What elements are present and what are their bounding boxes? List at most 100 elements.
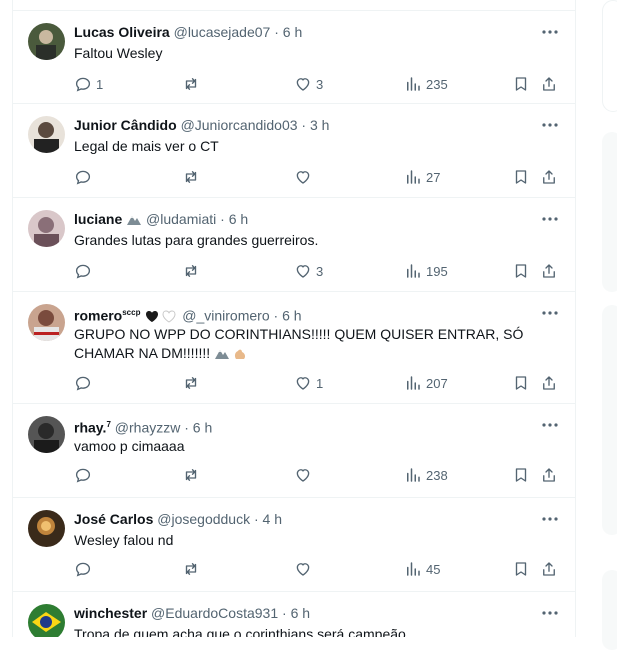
retweet-button[interactable]: [182, 261, 204, 281]
user-handle[interactable]: @lucasejade07: [174, 24, 271, 40]
share-button[interactable]: [540, 373, 558, 393]
reply-button[interactable]: [74, 559, 96, 579]
like-button[interactable]: 3: [294, 261, 323, 281]
timestamp[interactable]: 6 h: [282, 308, 301, 324]
timestamp[interactable]: 3 h: [310, 117, 329, 133]
tweet-header: Lucas Oliveira @lucasejade07 · 6 h: [74, 23, 535, 41]
retweet-button[interactable]: [182, 167, 204, 187]
separator: ·: [253, 511, 259, 527]
reply-button[interactable]: [74, 261, 96, 281]
user-handle[interactable]: @_viniromero: [182, 308, 269, 324]
bookmark-button[interactable]: [512, 465, 530, 485]
timestamp[interactable]: 6 h: [291, 605, 310, 621]
like-button[interactable]: 3: [294, 74, 323, 94]
timestamp[interactable]: 6 h: [193, 420, 212, 436]
like-button[interactable]: 1: [294, 373, 323, 393]
avatar[interactable]: [28, 416, 65, 453]
tweet[interactable]: winchester @EduardoCosta931 · 6 h Tropa …: [13, 592, 575, 637]
like-button[interactable]: [294, 559, 316, 579]
share-button[interactable]: [540, 167, 558, 187]
bookmark-button[interactable]: [512, 74, 530, 94]
retweet-button[interactable]: [182, 74, 204, 94]
display-name[interactable]: winchester: [74, 605, 147, 621]
tweet[interactable]: Junior Cândido @Juniorcandido03 · 3 h Le…: [13, 104, 575, 198]
views-button[interactable]: 238: [404, 465, 448, 485]
tweet-actions: 1 3 235: [74, 74, 561, 94]
views-count: 238: [426, 467, 448, 483]
bookmark-button[interactable]: [512, 373, 530, 393]
retweet-button[interactable]: [182, 373, 204, 393]
views-button[interactable]: 207: [404, 373, 448, 393]
user-handle[interactable]: @Juniorcandido03: [181, 117, 298, 133]
timestamp[interactable]: 4 h: [263, 511, 282, 527]
user-handle[interactable]: @rhayzzw: [115, 420, 181, 436]
more-options-icon[interactable]: [541, 514, 559, 524]
timestamp[interactable]: 6 h: [229, 211, 248, 227]
share-icon: [543, 376, 555, 390]
right-sidebar: [580, 0, 617, 650]
tweet-text-content: GRUPO NO WPP DO CORINTHIANS!!!!! QUEM QU…: [74, 326, 524, 361]
tweet[interactable]: José Carlos @josegodduck · 4 h Wesley fa…: [13, 498, 575, 592]
display-name[interactable]: Junior Cândido: [74, 117, 177, 133]
avatar[interactable]: [28, 23, 65, 60]
more-options-icon[interactable]: [541, 608, 559, 618]
reply-button[interactable]: [74, 167, 96, 187]
tweet[interactable]: romerosccp @_viniromero · 6 h GRUPO NO W…: [13, 292, 575, 404]
user-handle[interactable]: @EduardoCosta931: [151, 605, 278, 621]
more-options-icon[interactable]: [541, 120, 559, 130]
tweet[interactable]: Lucas Oliveira @lucasejade07 · 6 h Falto…: [13, 11, 575, 104]
reply-button[interactable]: 1: [74, 74, 103, 94]
more-options-icon[interactable]: [541, 27, 559, 37]
views-count: 27: [426, 169, 441, 185]
avatar[interactable]: [28, 116, 65, 153]
share-button[interactable]: [540, 465, 558, 485]
tweet-actions: 1 207: [74, 373, 561, 393]
views-icon: [407, 170, 420, 184]
tweet[interactable]: rhay.7 @rhayzzw · 6 h vamoo p cimaaaa 23…: [13, 404, 575, 498]
bookmark-button[interactable]: [512, 261, 530, 281]
separator: ·: [282, 605, 287, 621]
views-icon: [407, 77, 420, 91]
views-button[interactable]: 45: [404, 559, 440, 579]
display-name[interactable]: Lucas Oliveira: [74, 24, 170, 40]
timestamp[interactable]: 6 h: [283, 24, 302, 40]
views-button[interactable]: 27: [404, 167, 440, 187]
avatar[interactable]: [28, 510, 65, 547]
reply-icon: [75, 468, 91, 483]
reply-icon: [75, 562, 91, 577]
views-count: 235: [426, 76, 448, 92]
views-count: 207: [426, 375, 448, 391]
avatar[interactable]: [28, 210, 65, 247]
avatar[interactable]: [28, 304, 65, 341]
reply-button[interactable]: [74, 373, 96, 393]
share-button[interactable]: [540, 559, 558, 579]
reply-icon: [75, 376, 91, 391]
more-options-icon[interactable]: [541, 308, 559, 318]
share-button[interactable]: [540, 261, 558, 281]
avatar[interactable]: [28, 604, 65, 637]
name-superscript: sccp: [122, 308, 141, 317]
views-button[interactable]: 195: [404, 261, 448, 281]
more-options-icon[interactable]: [541, 420, 559, 430]
user-handle[interactable]: @ludamiati: [146, 211, 216, 227]
display-name[interactable]: romero: [74, 308, 122, 324]
bookmark-button[interactable]: [512, 167, 530, 187]
views-icon: [407, 562, 420, 576]
tweet[interactable]: luciane @ludamiati · 6 h Grandes lutas p…: [13, 198, 575, 292]
more-options-icon[interactable]: [541, 214, 559, 224]
retweet-button[interactable]: [182, 559, 204, 579]
tweet-actions: 238: [74, 465, 561, 485]
reply-button[interactable]: [74, 465, 96, 485]
display-name[interactable]: rhay.: [74, 420, 106, 436]
heart-icon: [296, 563, 310, 576]
heart-icon: [296, 78, 310, 91]
like-button[interactable]: [294, 465, 316, 485]
display-name[interactable]: José Carlos: [74, 511, 153, 527]
views-button[interactable]: 235: [404, 74, 448, 94]
like-button[interactable]: [294, 167, 316, 187]
user-handle[interactable]: @josegodduck: [157, 511, 250, 527]
retweet-button[interactable]: [182, 465, 204, 485]
display-name[interactable]: luciane: [74, 211, 122, 227]
share-button[interactable]: [540, 74, 558, 94]
bookmark-button[interactable]: [512, 559, 530, 579]
